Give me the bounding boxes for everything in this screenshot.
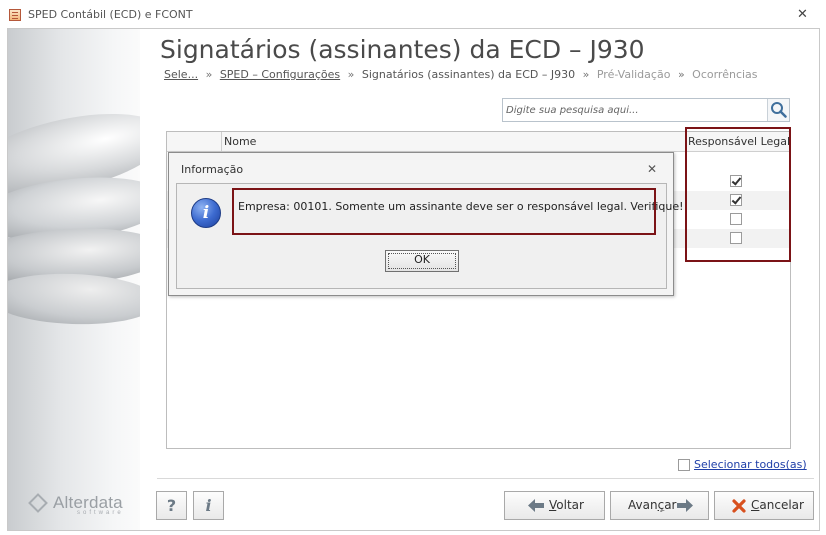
info-button[interactable]: i	[193, 491, 224, 520]
next-button-label: Avançar	[628, 498, 677, 512]
window-title: SPED Contábil (ECD) e FCONT	[28, 8, 193, 21]
info-dialog: Informação ✕ i Empresa: 00101. Somente u…	[168, 152, 684, 296]
dialog-title: Informação	[181, 163, 244, 176]
breadcrumb-item-ocorrencias: Ocorrências	[692, 68, 758, 81]
column-header-responsavel-legal[interactable]: Responsável Legal	[686, 132, 791, 151]
back-button[interactable]: Voltar	[504, 491, 605, 520]
decorative-swirl	[8, 271, 140, 327]
breadcrumb: Sele... » SPED – Configurações » Signatá…	[164, 68, 762, 81]
cancel-x-icon	[732, 499, 746, 513]
dialog-message: Empresa: 00101. Somente um assinante dev…	[238, 200, 684, 213]
title-bar: SPED Contábil (ECD) e FCONT ✕	[0, 0, 826, 28]
dialog-close-button[interactable]: ✕	[647, 162, 657, 176]
search-input[interactable]	[503, 99, 772, 121]
back-button-label: Voltar	[549, 498, 584, 512]
responsavel-legal-checkbox[interactable]	[730, 213, 742, 225]
info-icon: i	[205, 496, 212, 515]
select-all-checkbox[interactable]	[678, 459, 690, 471]
breadcrumb-separator: »	[677, 68, 685, 81]
breadcrumb-item-configuracoes[interactable]: SPED – Configurações	[220, 68, 340, 81]
arrow-left-icon	[528, 499, 544, 512]
search-icon	[771, 102, 787, 118]
responsavel-legal-checkbox[interactable]	[730, 175, 742, 187]
dialog-body: i Empresa: 00101. Somente um assinante d…	[176, 183, 684, 289]
side-banner	[8, 29, 140, 530]
breadcrumb-separator: »	[582, 68, 590, 81]
next-button[interactable]: Avançar	[610, 491, 709, 520]
page-title: Signatários (assinantes) da ECD – J930	[160, 35, 645, 64]
help-button[interactable]: ?	[156, 491, 187, 520]
grid-header: Nome Responsável Legal	[167, 132, 790, 152]
spreadsheet-icon	[9, 9, 21, 21]
logo-subtitle: software	[77, 510, 124, 516]
ok-button[interactable]: OK	[385, 250, 459, 272]
breadcrumb-item-current: Signatários (assinantes) da ECD – J930	[361, 68, 576, 81]
select-all-label[interactable]: Selecionar todos(as)	[694, 458, 807, 471]
help-icon: ?	[166, 496, 177, 515]
responsavel-legal-checkbox[interactable]	[730, 194, 742, 206]
footer-divider	[157, 478, 814, 479]
row-indicator-header	[167, 132, 222, 151]
cancel-button[interactable]: Cancelar	[714, 491, 814, 520]
breadcrumb-item-selecao[interactable]: Sele...	[164, 68, 198, 81]
arrow-right-icon	[677, 499, 693, 512]
cancel-button-label: Cancelar	[751, 498, 804, 512]
breadcrumb-separator: »	[205, 68, 213, 81]
breadcrumb-item-pre-validacao: Pré-Validação	[596, 68, 671, 81]
column-header-nome[interactable]: Nome	[224, 135, 256, 148]
search-box	[502, 98, 790, 122]
info-icon: i	[191, 198, 221, 228]
window-close-button[interactable]: ✕	[797, 7, 808, 22]
search-button[interactable]	[767, 99, 789, 121]
responsavel-legal-checkbox[interactable]	[730, 232, 742, 244]
breadcrumb-separator: »	[347, 68, 355, 81]
